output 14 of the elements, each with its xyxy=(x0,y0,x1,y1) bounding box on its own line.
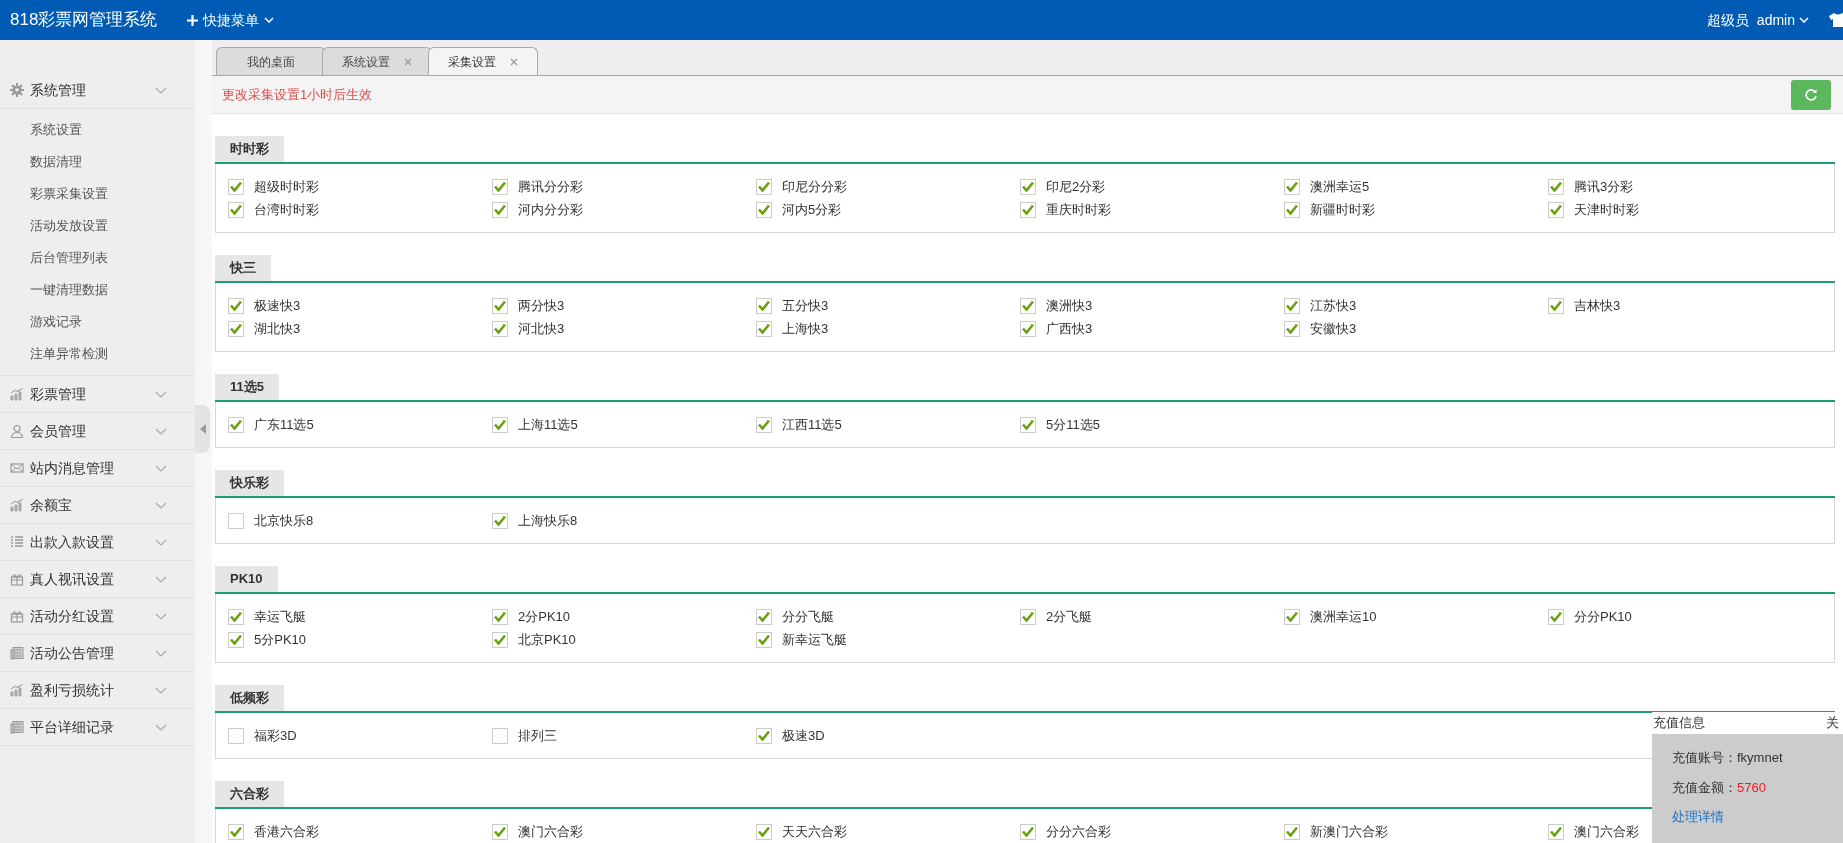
section-title: 快乐彩 xyxy=(215,470,284,496)
section-title: PK10 xyxy=(215,566,278,592)
user-role: 超级员 xyxy=(1706,10,1749,30)
recharge-account: 充值账号：fkymnet xyxy=(1672,749,1784,767)
section-title: 低频彩 xyxy=(215,685,284,711)
section-title: 时时彩 xyxy=(215,136,284,162)
recharge-amount-label: 充值金额： xyxy=(1672,778,1737,797)
section-title: 11选5 xyxy=(215,374,279,400)
section-title: 快三 xyxy=(215,255,271,281)
recharge-amount: 5760 xyxy=(1737,778,1766,797)
section-title: 六合彩 xyxy=(215,781,284,807)
notice-text: 更改采集设置1小时后生效 xyxy=(222,85,373,104)
app-title: 818彩票网管理系统 xyxy=(10,9,158,32)
popup-title: 充值信息 xyxy=(1653,714,1705,733)
